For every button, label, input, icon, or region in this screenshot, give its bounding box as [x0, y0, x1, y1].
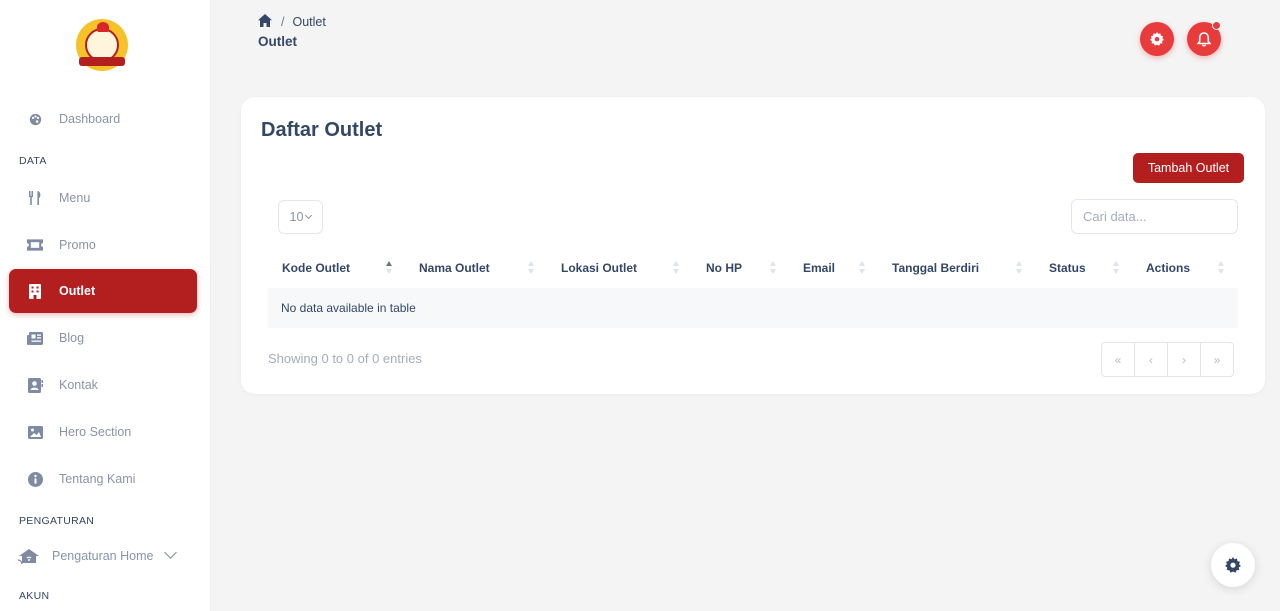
sort-icon[interactable] [528, 260, 536, 276]
settings-button[interactable] [1140, 22, 1174, 56]
building-icon [27, 283, 43, 299]
bell-icon [1197, 31, 1211, 47]
sort-icon[interactable] [673, 260, 681, 276]
sidebar: Dashboard DATA Menu Promo Outlet Blog Ko… [0, 0, 211, 611]
column-header-nama-outlet[interactable]: Nama Outlet [419, 248, 490, 288]
sort-icon[interactable] [859, 260, 867, 276]
info-circle-icon [27, 471, 43, 487]
column-label: Tanggal Berdiri [892, 261, 980, 275]
breadcrumb-current: Outlet [292, 15, 326, 29]
column-label: Email [803, 261, 836, 275]
sidebar-item-label: Kontak [59, 378, 98, 392]
newspaper-icon [27, 330, 43, 346]
card-title: Daftar Outlet [261, 119, 383, 141]
sidebar-item-menu[interactable]: Menu [9, 176, 197, 220]
section-label-akun: AKUN [19, 590, 50, 602]
section-label-pengaturan: PENGATURAN [19, 515, 95, 527]
sidebar-item-blog[interactable]: Blog [9, 316, 197, 360]
gear-icon [1225, 557, 1241, 573]
contact-book-icon [27, 377, 43, 393]
search-input[interactable] [1071, 199, 1238, 234]
table-info: Showing 0 to 0 of 0 entries [268, 351, 422, 366]
column-label: Actions [1146, 261, 1191, 275]
column-label: Status [1049, 261, 1086, 275]
column-header-tanggal-berdiri[interactable]: Tanggal Berdiri [892, 248, 979, 288]
utensils-icon [27, 190, 43, 206]
palette-icon [27, 111, 43, 127]
column-label: Kode Outlet [282, 261, 350, 275]
first-page-button[interactable]: « [1101, 342, 1135, 377]
chevron-down-icon [305, 211, 313, 220]
table-header: Kode Outlet Nama Outlet Lokasi Outlet No… [268, 248, 1238, 288]
breadcrumb: / Outlet [258, 14, 326, 30]
sort-icon[interactable] [386, 260, 394, 276]
outlet-card: Daftar Outlet Tambah Outlet 10 Kode Outl… [241, 97, 1265, 394]
config-fab-button[interactable] [1211, 543, 1255, 587]
home-wifi-icon [18, 548, 40, 564]
column-label: Lokasi Outlet [561, 261, 638, 275]
sidebar-item-outlet[interactable]: Outlet [9, 269, 197, 313]
column-header-actions[interactable]: Actions [1146, 248, 1190, 288]
sidebar-item-dashboard[interactable]: Dashboard [9, 97, 197, 141]
sidebar-item-hero-section[interactable]: Hero Section [9, 410, 197, 454]
add-outlet-button[interactable]: Tambah Outlet [1133, 153, 1244, 183]
sidebar-item-label: Promo [59, 238, 96, 252]
sort-icon[interactable] [770, 260, 778, 276]
empty-message: No data available in table [281, 301, 416, 315]
last-page-button[interactable]: » [1200, 342, 1234, 377]
sort-icon[interactable] [1113, 260, 1121, 276]
sidebar-item-promo[interactable]: Promo [9, 223, 197, 267]
chicken-mascot-logo [79, 22, 125, 66]
column-header-no-hp[interactable]: No HP [706, 248, 742, 288]
page-title: Outlet [258, 34, 297, 49]
entries-length-value: 10 [289, 210, 304, 224]
chevron-down-icon[interactable] [164, 546, 177, 559]
brand-logo[interactable] [76, 19, 128, 71]
column-header-status[interactable]: Status [1049, 248, 1086, 288]
notification-badge [1212, 21, 1221, 30]
sidebar-item-label: Tentang Kami [59, 472, 136, 486]
column-header-lokasi-outlet[interactable]: Lokasi Outlet [561, 248, 637, 288]
notifications-button[interactable] [1187, 21, 1221, 56]
sidebar-item-label: Outlet [59, 284, 96, 298]
column-header-kode-outlet[interactable]: Kode Outlet [282, 248, 350, 288]
column-label: Nama Outlet [419, 261, 490, 275]
home-icon[interactable] [258, 14, 272, 30]
image-icon [27, 424, 43, 440]
sidebar-item-tentang-kami[interactable]: Tentang Kami [9, 457, 197, 501]
pagination: « ‹ › » [1101, 342, 1234, 377]
column-label: No HP [706, 261, 742, 275]
gear-icon [1150, 32, 1164, 46]
previous-page-button[interactable]: ‹ [1134, 342, 1168, 377]
entries-length-select[interactable]: 10 [278, 200, 323, 234]
sidebar-item-label: Hero Section [59, 425, 132, 439]
sidebar-item-label: Blog [59, 331, 85, 345]
outlet-table: Kode Outlet Nama Outlet Lokasi Outlet No… [268, 248, 1238, 328]
sidebar-item-pengaturan-home[interactable]: Pengaturan Home [9, 534, 197, 578]
sort-icon[interactable] [1016, 260, 1024, 276]
column-header-email[interactable]: Email [803, 248, 835, 288]
section-label-data: DATA [19, 155, 47, 167]
next-page-button[interactable]: › [1167, 342, 1201, 377]
ticket-icon [27, 237, 43, 253]
table-empty-row: No data available in table [268, 288, 1238, 328]
sidebar-item-label: Dashboard [59, 112, 121, 126]
sidebar-item-kontak[interactable]: Kontak [9, 363, 197, 407]
sidebar-item-label: Menu [59, 191, 91, 205]
sort-icon[interactable] [1218, 260, 1226, 276]
breadcrumb-separator: / [281, 15, 285, 29]
sidebar-item-label: Pengaturan Home [52, 549, 154, 563]
